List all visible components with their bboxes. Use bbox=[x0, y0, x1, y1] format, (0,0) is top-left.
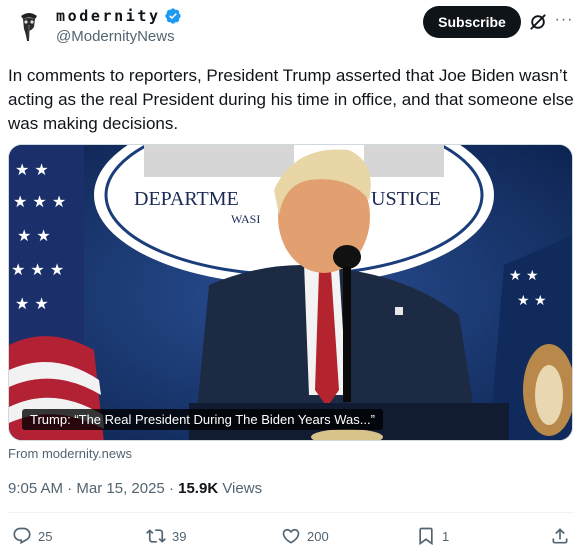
share-icon bbox=[552, 528, 568, 544]
video-thumbnail: ★ ★ ★ ★ ★ ★ ★ ★ ★ ★ ★ ★ DEPARTME USTICE … bbox=[9, 145, 572, 440]
svg-text:★ ★: ★ ★ bbox=[517, 293, 547, 309]
tweet-time[interactable]: 9:05 AM bbox=[8, 480, 63, 497]
tweet-text: In comments to reporters, President Trum… bbox=[8, 66, 574, 133]
svg-text:★ ★: ★ ★ bbox=[17, 226, 51, 245]
verified-badge-icon bbox=[165, 8, 181, 24]
more-options-icon[interactable]: ··· bbox=[554, 10, 574, 30]
heart-icon bbox=[282, 528, 300, 544]
action-bar: 25 39 200 1 bbox=[0, 526, 580, 552]
seal-text-sub: WASI bbox=[231, 212, 260, 226]
svg-text:★ ★ ★: ★ ★ ★ bbox=[11, 260, 64, 279]
repost-icon bbox=[146, 529, 166, 543]
svg-text:★ ★: ★ ★ bbox=[509, 268, 539, 284]
tweet-header: modernity @ModernityNews Subscribe ··· bbox=[0, 0, 580, 56]
share-button[interactable] bbox=[550, 526, 576, 546]
repost-count: 39 bbox=[172, 528, 187, 544]
like-button[interactable]: 200 bbox=[281, 526, 329, 546]
tweet-date[interactable]: Mar 15, 2025 bbox=[76, 480, 164, 497]
reply-icon bbox=[13, 527, 31, 545]
repost-button[interactable]: 39 bbox=[146, 526, 186, 546]
link-source[interactable]: From modernity.news bbox=[8, 446, 132, 461]
svg-text:★ ★: ★ ★ bbox=[15, 294, 49, 313]
separator: · bbox=[67, 480, 73, 497]
seal-text-right: USTICE bbox=[371, 188, 441, 210]
subscribe-button[interactable]: Subscribe bbox=[423, 6, 521, 38]
divider bbox=[8, 512, 574, 513]
bookmark-count: 1 bbox=[442, 528, 450, 544]
views-count: 15.9K bbox=[178, 480, 219, 497]
avatar[interactable] bbox=[11, 7, 47, 43]
bookmark-button[interactable]: 1 bbox=[416, 526, 449, 546]
like-count: 200 bbox=[307, 528, 329, 544]
separator: · bbox=[168, 480, 174, 497]
author-handle[interactable]: @ModernityNews bbox=[56, 28, 175, 45]
plague-doctor-logo-icon bbox=[11, 7, 47, 43]
views-label: Views bbox=[222, 480, 263, 497]
bookmark-icon bbox=[419, 527, 433, 546]
video-caption: Trump: “The Real President During The Bi… bbox=[22, 409, 383, 430]
svg-text:★ ★: ★ ★ bbox=[15, 160, 49, 179]
grok-icon[interactable] bbox=[528, 12, 548, 32]
timestamp-row: 9:05 AM · Mar 15, 2025 · 15.9K Views bbox=[8, 480, 262, 497]
display-name[interactable]: modernity bbox=[56, 7, 161, 25]
seal-text-left: DEPARTME bbox=[134, 188, 239, 210]
reply-count: 25 bbox=[38, 528, 53, 544]
tweet-media-video[interactable]: ★ ★ ★ ★ ★ ★ ★ ★ ★ ★ ★ ★ DEPARTME USTICE … bbox=[8, 144, 573, 441]
svg-text:★ ★ ★: ★ ★ ★ bbox=[13, 192, 66, 211]
name-row: modernity bbox=[56, 7, 182, 25]
reply-button[interactable]: 25 bbox=[12, 526, 52, 546]
